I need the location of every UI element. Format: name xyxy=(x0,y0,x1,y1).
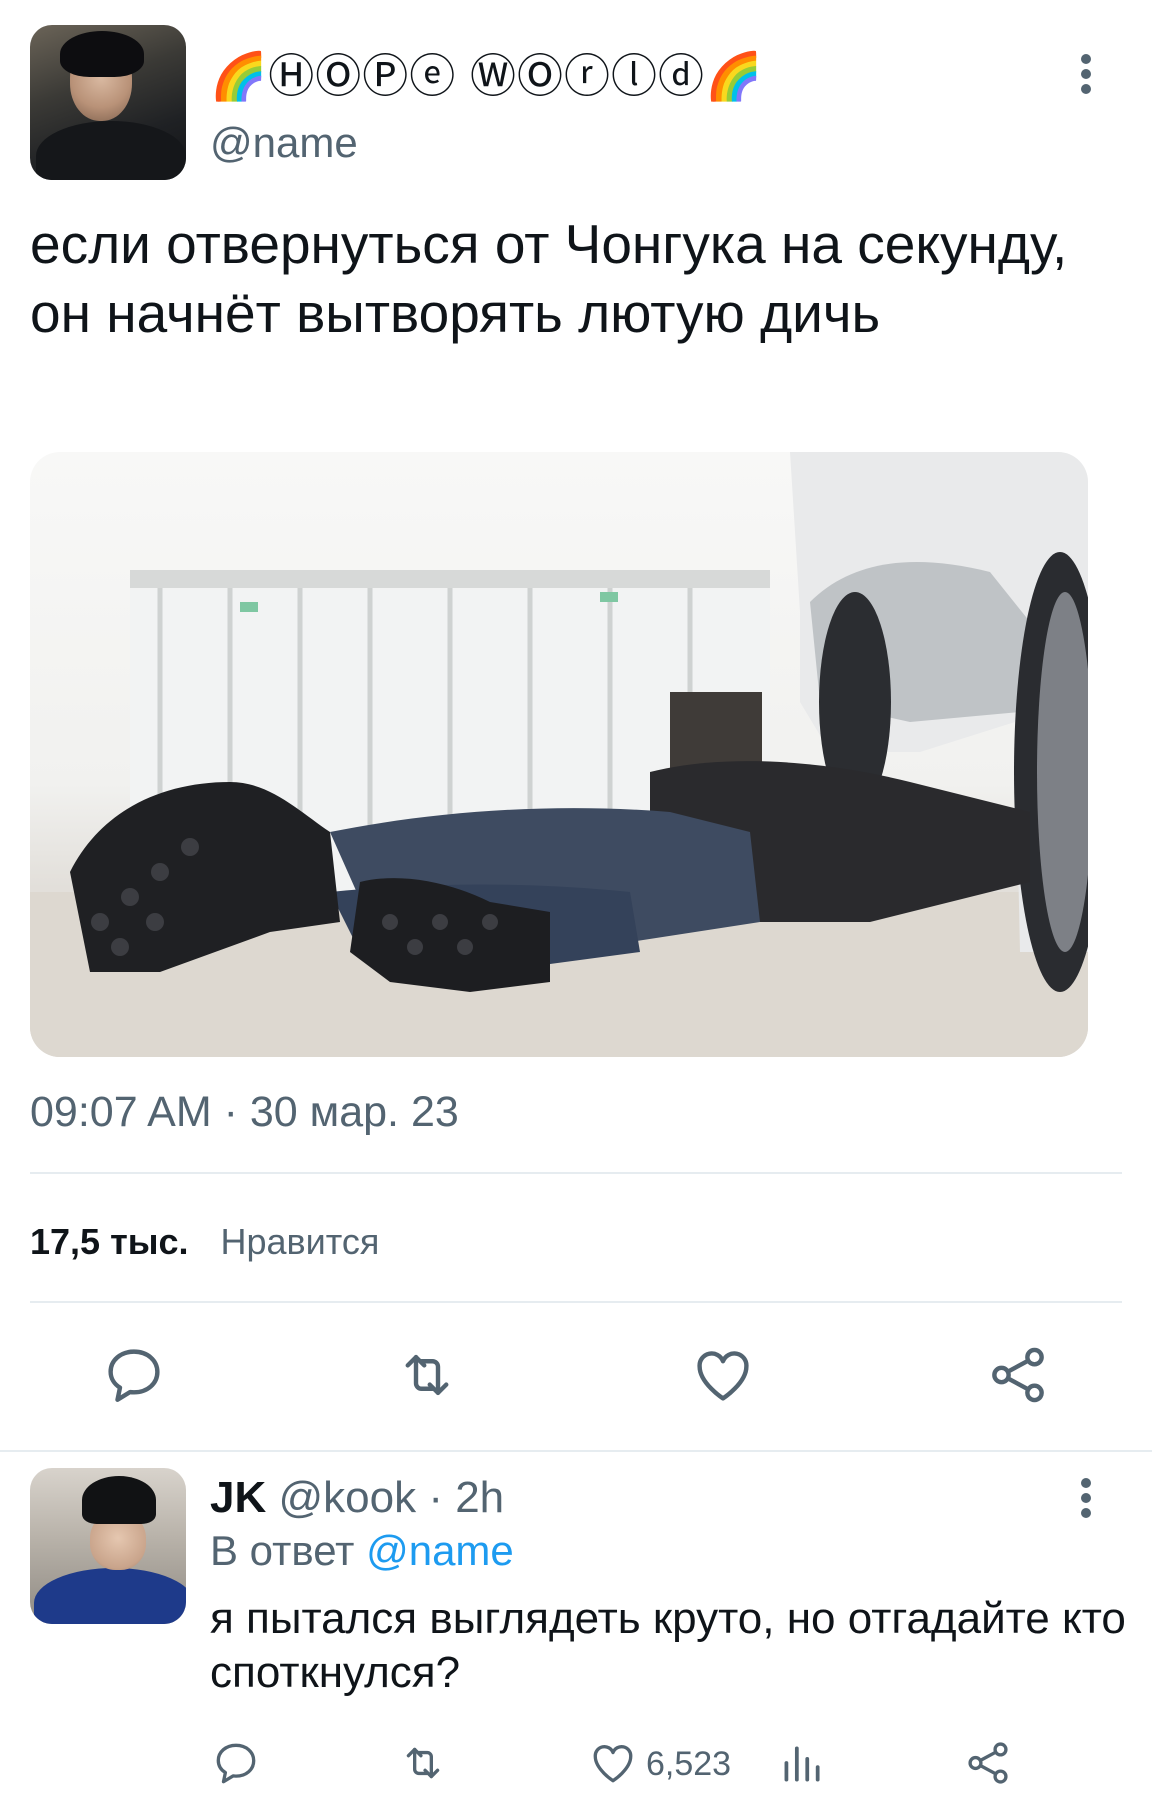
reply-author-meta: @kook · 2h xyxy=(278,1473,505,1522)
likes-count: 17,5 тыс. xyxy=(30,1221,189,1262)
comment-icon[interactable] xyxy=(211,1738,261,1788)
reply-context: В ответ @name xyxy=(210,1526,514,1576)
media-illustration xyxy=(30,452,1088,1057)
comment-icon[interactable] xyxy=(101,1342,167,1408)
reply-header: JK @kook · 2h xyxy=(210,1472,504,1524)
heart-icon[interactable] xyxy=(690,1342,756,1408)
tweet-timestamp: 09:07 AM · 30 мар. 23 xyxy=(30,1088,459,1136)
share-icon[interactable] xyxy=(963,1738,1013,1788)
author-handle[interactable]: @name xyxy=(210,118,358,168)
reply-author-name[interactable]: JK xyxy=(210,1473,266,1522)
reply-prefix: В ответ xyxy=(210,1527,355,1574)
tweet-text: если отвернуться от Чонгука на секунду, … xyxy=(30,213,1068,344)
reply-author-avatar[interactable] xyxy=(30,1468,186,1624)
heart-icon[interactable] xyxy=(588,1738,638,1788)
retweet-icon[interactable] xyxy=(394,1342,460,1408)
reply-likes-count: 6,523 xyxy=(646,1745,732,1783)
reply-mention-link[interactable]: @name xyxy=(366,1527,514,1574)
reply-text: я пытался выглядеть круто, но отгадайте … xyxy=(210,1594,1126,1697)
retweet-icon[interactable] xyxy=(398,1738,448,1788)
share-icon[interactable] xyxy=(985,1342,1051,1408)
divider xyxy=(0,1450,1152,1452)
tweet-media-image[interactable] xyxy=(30,452,1088,1057)
likes-summary[interactable]: 17,5 тыс. Нравится xyxy=(30,1220,379,1264)
author-display-name[interactable]: 🌈ⒽⓄⓅⓔ ⓌⓄⓡⓛⓓ🌈 xyxy=(210,48,763,104)
likes-label: Нравится xyxy=(220,1221,380,1262)
analytics-icon[interactable] xyxy=(776,1738,826,1788)
divider xyxy=(30,1172,1122,1174)
more-options-icon[interactable] xyxy=(1070,50,1104,98)
reply-more-options-icon[interactable] xyxy=(1070,1474,1104,1522)
author-avatar[interactable] xyxy=(30,25,186,180)
divider xyxy=(30,1301,1122,1303)
